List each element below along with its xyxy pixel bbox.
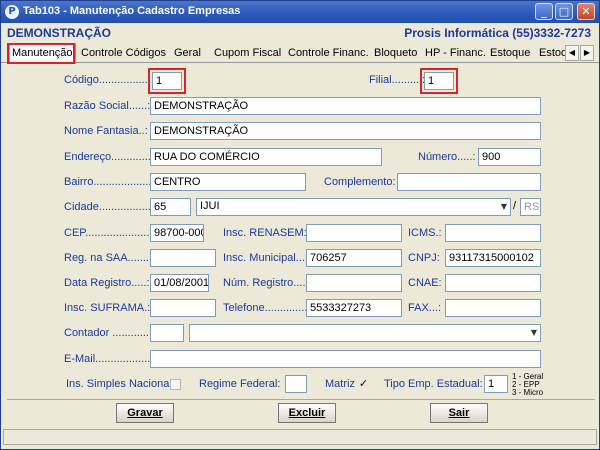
main-window: P Tab103 - Manutenção Cadastro Empresas … xyxy=(0,0,600,450)
simples-nacional-checkbox[interactable] xyxy=(170,379,181,390)
num-registro-label: Núm. Registro....: xyxy=(223,277,309,289)
contador-label: Contador ..............: xyxy=(64,327,159,339)
simples-nacional-label: Ins. Simples Nacional xyxy=(66,378,172,390)
reg-saa-label: Reg. na SAA.......: xyxy=(64,252,153,264)
tab-controle-codigos[interactable]: Controle Códigos xyxy=(81,45,166,63)
filial-label: Filial..........: xyxy=(369,74,426,86)
chevron-down-icon: ▼ xyxy=(500,202,507,211)
cnpj-input[interactable]: 93117315000102 xyxy=(445,249,541,267)
nome-fantasia-label: Nome Fantasia..: xyxy=(64,125,148,137)
regime-federal-label: Regime Federal: xyxy=(199,378,281,390)
vendor-info: Prosis Informática (55)3332-7273 xyxy=(404,26,591,40)
tipo-emp-estadual-input[interactable]: 1 xyxy=(484,375,508,393)
app-logo-icon: P xyxy=(5,5,19,19)
codigo-label: Código.................: xyxy=(64,74,154,86)
cnae-label: CNAE: xyxy=(408,277,442,289)
telefone-label: Telefone...............: xyxy=(223,302,314,314)
bairro-label: Bairro......................: xyxy=(64,176,164,188)
cnae-input[interactable] xyxy=(445,274,541,292)
cidade-selected-value: IJUI xyxy=(200,200,220,212)
cidade-select[interactable]: IJUI ▼ xyxy=(196,198,511,216)
window-title: Tab103 - Manutenção Cadastro Empresas xyxy=(23,5,241,17)
cnpj-label: CNPJ: xyxy=(408,252,440,264)
company-header: DEMONSTRAÇÃO Prosis Informática (55)3332… xyxy=(1,23,599,43)
button-bar: Gravar Excluir Sair xyxy=(7,401,595,425)
cidade-code-input[interactable]: 65 xyxy=(150,198,191,216)
complemento-label: Complemento: xyxy=(324,176,396,188)
razao-social-label: Razão Social......: xyxy=(64,100,151,112)
maximize-button[interactable]: □ xyxy=(555,3,573,20)
matriz-checkbox[interactable]: ✓ xyxy=(358,378,369,390)
form-panel: Código.................: 1 Filial.......… xyxy=(7,64,595,397)
uf-separator: / xyxy=(513,200,517,212)
email-input[interactable] xyxy=(150,350,541,368)
gravar-button[interactable]: Gravar xyxy=(116,403,174,423)
title-bar[interactable]: P Tab103 - Manutenção Cadastro Empresas … xyxy=(1,1,599,23)
razao-social-input[interactable]: DEMONSTRAÇÃO xyxy=(150,97,541,115)
minimize-button[interactable]: _ xyxy=(535,3,553,20)
data-registro-input[interactable]: 01/08/2001 xyxy=(150,274,209,292)
filial-highlight-box xyxy=(420,68,458,94)
matriz-label: Matriz xyxy=(325,378,355,390)
icms-label: ICMS.: xyxy=(408,227,442,239)
endereco-input[interactable]: RUA DO COMÉRCIO xyxy=(150,148,382,166)
numero-input[interactable]: 900 xyxy=(478,148,541,166)
tab-highlight-box xyxy=(7,43,75,64)
insc-suframa-label: Insc. SUFRAMA.: xyxy=(64,302,151,314)
contador-code-input[interactable] xyxy=(150,324,184,342)
regime-federal-input[interactable] xyxy=(285,375,307,393)
insc-suframa-input[interactable] xyxy=(150,299,216,317)
reg-saa-input[interactable] xyxy=(150,249,216,267)
bairro-input[interactable]: CENTRO xyxy=(150,173,306,191)
cidade-label: Cidade..................: xyxy=(64,201,157,213)
contador-selected-value xyxy=(190,324,196,342)
fax-label: FAX...: xyxy=(408,302,442,314)
icms-input[interactable] xyxy=(445,224,541,242)
tab-strip: Manutenção Controle Códigos Geral Cupom … xyxy=(1,43,599,64)
tab-estoque[interactable]: Estoque xyxy=(490,45,530,63)
close-button[interactable]: ✕ xyxy=(577,3,595,20)
codigo-highlight-box xyxy=(148,68,186,94)
tab-hp-financ[interactable]: HP - Financ. xyxy=(425,45,486,63)
nome-fantasia-input[interactable]: DEMONSTRAÇÃO xyxy=(150,122,541,140)
tab-scroll-right-icon[interactable]: ▶ xyxy=(580,45,594,61)
tipo-emp-estadual-label: Tipo Emp. Estadual: xyxy=(384,378,483,390)
tab-geral[interactable]: Geral xyxy=(174,45,201,63)
uf-input[interactable]: RS xyxy=(520,198,541,216)
numero-label: Número.....: xyxy=(418,151,476,163)
complemento-input[interactable] xyxy=(397,173,541,191)
insc-municipal-input[interactable]: 706257 xyxy=(306,249,402,267)
status-bar xyxy=(3,429,597,445)
excluir-button[interactable]: Excluir xyxy=(278,403,336,423)
email-label: E-Mail.....................: xyxy=(64,353,163,365)
cep-input[interactable]: 98700-000 xyxy=(150,224,204,242)
num-registro-input[interactable] xyxy=(306,274,402,292)
company-name: DEMONSTRAÇÃO xyxy=(7,26,111,40)
endereco-label: Endereço.............: xyxy=(64,151,154,163)
tab-estoq[interactable]: Estoq xyxy=(539,45,565,63)
contador-select[interactable]: ▼ xyxy=(189,324,541,342)
tipo-legend-micro: 3 - Micro xyxy=(512,388,544,397)
tab-cupom-fiscal[interactable]: Cupom Fiscal xyxy=(214,45,281,63)
insc-renasem-input[interactable] xyxy=(306,224,402,242)
tab-bloqueto[interactable]: Bloqueto xyxy=(374,45,417,63)
tab-controle-financ[interactable]: Controle Financ. xyxy=(288,45,369,63)
sair-button[interactable]: Sair xyxy=(430,403,488,423)
divider xyxy=(7,399,595,400)
fax-input[interactable] xyxy=(445,299,541,317)
chevron-down-icon: ▼ xyxy=(530,328,537,337)
insc-renasem-label: Insc. RENASEM: xyxy=(223,227,307,239)
tab-scroll-left-icon[interactable]: ◀ xyxy=(565,45,579,61)
data-registro-label: Data Registro.....: xyxy=(64,277,150,289)
insc-municipal-label: Insc. Municipal...: xyxy=(223,252,308,264)
telefone-input[interactable]: 5533327273 xyxy=(306,299,402,317)
